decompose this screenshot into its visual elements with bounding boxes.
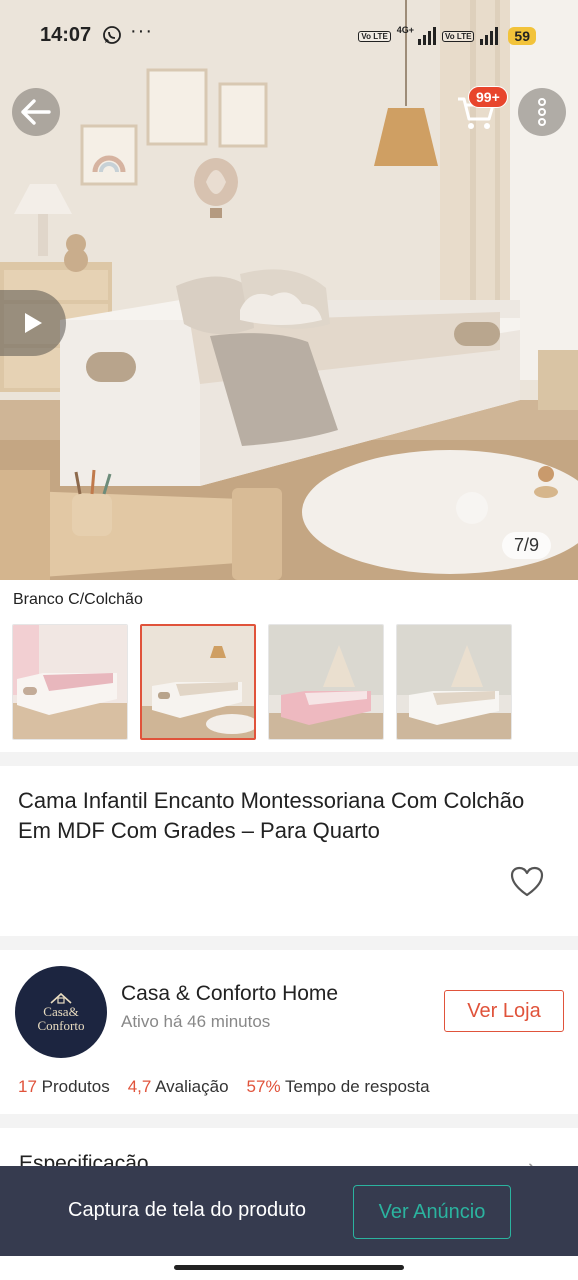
- status-overflow-icon: ···: [130, 20, 153, 42]
- home-indicator[interactable]: [174, 1265, 404, 1270]
- section-divider: [0, 752, 578, 766]
- banner-text: Captura de tela do produto: [68, 1199, 306, 1221]
- variant-thumbnail-white[interactable]: [140, 624, 256, 740]
- store-stats: 17 Produtos 4,7 Avaliação 57% Tempo de r…: [18, 1077, 430, 1097]
- house-logo-icon: [50, 992, 72, 1004]
- product-image-gallery[interactable]: 14:07 ··· Vo LTE 4G+ Vo LTE 59 99+ 7/9: [0, 0, 578, 580]
- status-time: 14:07: [40, 24, 92, 46]
- stat-rating-label: Avaliação: [155, 1077, 229, 1096]
- battery-indicator: 59: [508, 27, 536, 45]
- section-divider-2: [0, 936, 578, 950]
- cart-count-badge: 99+: [468, 86, 508, 108]
- store-logo-text-2: Conforto: [37, 1018, 85, 1033]
- store-activity-status: Ativo há 46 minutos: [121, 1012, 271, 1031]
- signal-icon-2: [480, 27, 499, 45]
- play-video-button[interactable]: [0, 290, 66, 356]
- play-icon: [25, 313, 42, 333]
- store-logo-text-1: Casa&: [43, 1004, 79, 1019]
- network-type: 4G+: [396, 25, 415, 35]
- image-counter: 7/9: [502, 532, 552, 559]
- product-title: Cama Infantil Encanto Montessoriana Com …: [18, 788, 525, 843]
- variant-thumbnail-white-tent[interactable]: [396, 624, 512, 740]
- store-name[interactable]: Casa & Conforto Home: [121, 982, 338, 1006]
- signal-icon: [418, 27, 437, 45]
- stat-products: 17 Produtos: [18, 1077, 110, 1097]
- stat-response-label: Tempo de resposta: [285, 1077, 430, 1096]
- variant-thumbnails: [12, 624, 512, 740]
- visit-store-button[interactable]: Ver Loja: [444, 990, 564, 1032]
- stat-products-label: Produtos: [41, 1077, 110, 1096]
- stat-products-value: 17: [18, 1077, 37, 1096]
- back-button[interactable]: [12, 88, 60, 136]
- store-logo[interactable]: Casa& Conforto: [15, 966, 107, 1058]
- selected-variant-label: Branco C/Colchão: [13, 591, 143, 608]
- stat-rating: 4,7 Avaliação: [128, 1077, 229, 1097]
- stat-rating-value: 4,7: [127, 1077, 152, 1096]
- arrow-left-icon: [21, 99, 51, 125]
- more-vertical-icon: [538, 98, 546, 126]
- stat-response: 57% Tempo de resposta: [247, 1077, 430, 1097]
- section-divider-3: [0, 1114, 578, 1128]
- whatsapp-icon: [103, 26, 121, 44]
- variant-thumbnail-pink[interactable]: [12, 624, 128, 740]
- more-options-button[interactable]: [518, 88, 566, 136]
- volte-icon-2: Vo LTE: [442, 30, 475, 42]
- stat-response-value: 57%: [246, 1077, 281, 1096]
- variant-thumbnail-pink-tent[interactable]: [268, 624, 384, 740]
- status-indicators: Vo LTE 4G+ Vo LTE 59: [358, 24, 536, 48]
- status-bar: 14:07 ··· Vo LTE 4G+ Vo LTE 59: [0, 0, 578, 72]
- volte-icon: Vo LTE: [358, 30, 391, 42]
- view-listing-button[interactable]: Ver Anúncio: [353, 1185, 511, 1239]
- heart-icon[interactable]: [510, 866, 544, 898]
